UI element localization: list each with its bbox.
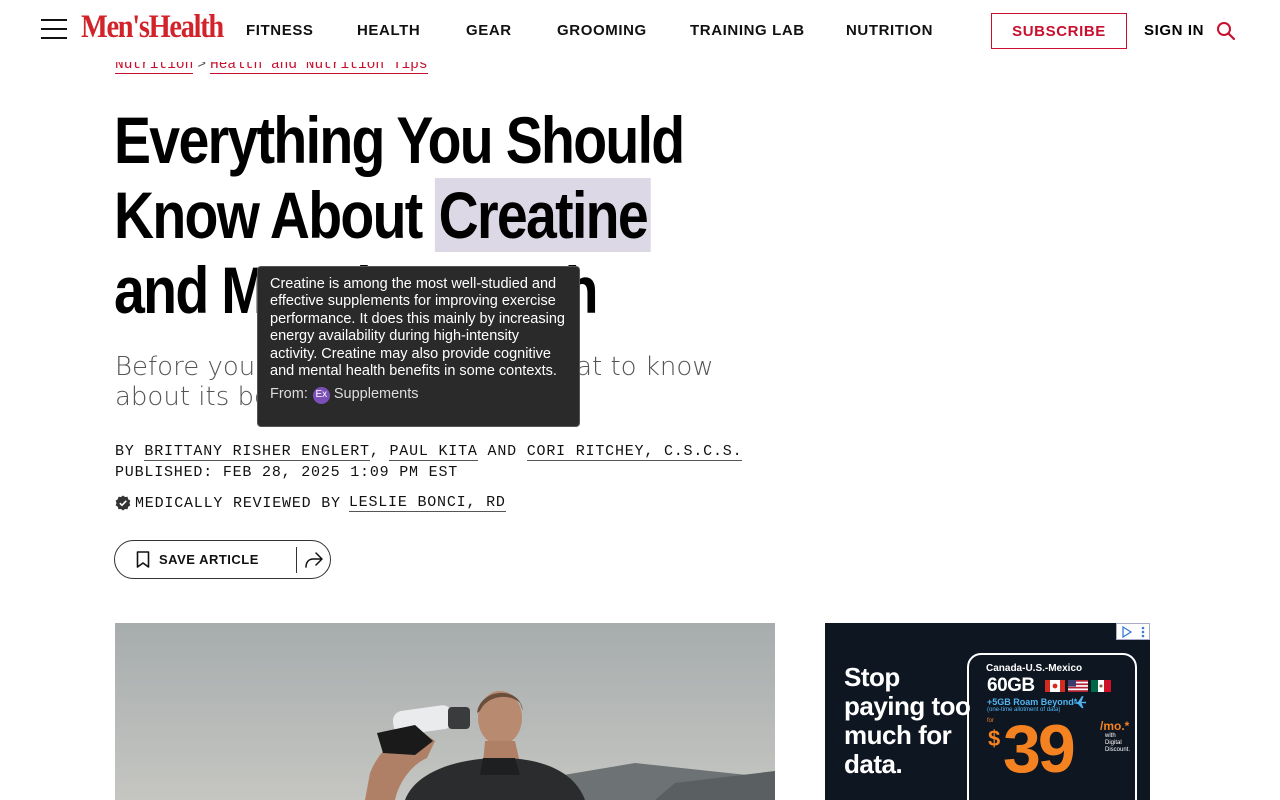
save-share-pill: SAVE ARTICLE [114, 540, 331, 579]
ad-dollar-sign: $ [988, 726, 1001, 751]
canada-flag-icon [1045, 680, 1065, 692]
ad-price: 39 [1003, 711, 1076, 787]
airplane-icon [1072, 696, 1086, 709]
byline-and: AND [487, 443, 517, 460]
nav-gear[interactable]: GEAR [466, 22, 512, 39]
save-article-label: SAVE ARTICLE [159, 552, 259, 567]
tooltip-source: From: Ex Supplements [270, 386, 567, 404]
verified-check-icon [115, 495, 131, 511]
byline-prefix: BY [115, 443, 135, 460]
definition-tooltip: Creatine is among the most well-studied … [257, 266, 580, 427]
ad-per-month: /mo.* [1100, 719, 1130, 733]
site-header: Men'sHealth FITNESS HEALTH GEAR GROOMING… [0, 0, 1280, 62]
sign-in-link[interactable]: SIGN IN [1144, 22, 1204, 39]
ad-headline: Stop paying too much for data. [844, 662, 971, 779]
nav-health[interactable]: HEALTH [357, 22, 420, 39]
share-button[interactable] [297, 541, 330, 578]
nav-grooming[interactable]: GROOMING [557, 22, 647, 39]
reviewed-prefix: MEDICALLY REVIEWED BY [135, 494, 341, 512]
highlighted-term-creatine[interactable]: Creatine [435, 178, 651, 252]
nav-training-lab[interactable]: TRAINING LAB [690, 22, 805, 39]
mexico-flag-icon [1091, 680, 1111, 692]
ad-data-amount: 60GB [987, 675, 1035, 696]
ad-choices-tag[interactable] [1116, 623, 1150, 640]
ad-fine-print: with Digital Discount. [1105, 733, 1131, 753]
site-logo[interactable]: Men'sHealth [81, 9, 224, 46]
menu-icon[interactable] [41, 17, 67, 41]
author-link-cori[interactable]: CORI RITCHEY, C.S.C.S. [526, 443, 743, 461]
share-icon [304, 551, 323, 568]
ad-roam-bonus: +5GB Roam Beyond* [987, 697, 1078, 707]
byline: BY BRITTANY RISHER ENGLERT, PAUL KITA AN… [115, 443, 743, 461]
save-article-button[interactable]: SAVE ARTICLE [115, 541, 296, 578]
author-link-paul[interactable]: PAUL KITA [389, 443, 478, 461]
hero-image [115, 623, 775, 800]
ad-choices-icon[interactable] [1121, 625, 1133, 638]
byline-comma: , [369, 443, 380, 460]
search-icon[interactable] [1216, 21, 1236, 41]
tooltip-from-label: From: [270, 386, 308, 403]
advertisement[interactable]: Stop paying too much for data. Canada-U.… [825, 623, 1150, 800]
hero-photo-man-drinking [365, 691, 775, 800]
reviewer-link[interactable]: LESLIE BONCI, RD [348, 494, 506, 512]
ad-for-label: for [987, 718, 995, 724]
ad-more-icon[interactable] [1141, 626, 1145, 638]
bookmark-icon [136, 551, 150, 568]
extension-badge-icon: Ex [312, 386, 330, 404]
author-link-brittany[interactable]: BRITTANY RISHER ENGLERT [144, 443, 370, 461]
publish-date: PUBLISHED: FEB 28, 2025 1:09 PM EST [115, 464, 459, 481]
nav-nutrition[interactable]: NUTRITION [846, 22, 933, 39]
medical-review: MEDICALLY REVIEWED BY LESLIE BONCI, RD [115, 494, 506, 512]
nav-fitness[interactable]: FITNESS [246, 22, 314, 39]
tooltip-text: Creatine is among the most well-studied … [270, 276, 565, 380]
tooltip-source-name[interactable]: Supplements [334, 386, 419, 403]
subscribe-button[interactable]: SUBSCRIBE [991, 13, 1127, 49]
us-flag-icon [1068, 680, 1088, 692]
ad-route: Canada-U.S.-Mexico [986, 663, 1083, 674]
